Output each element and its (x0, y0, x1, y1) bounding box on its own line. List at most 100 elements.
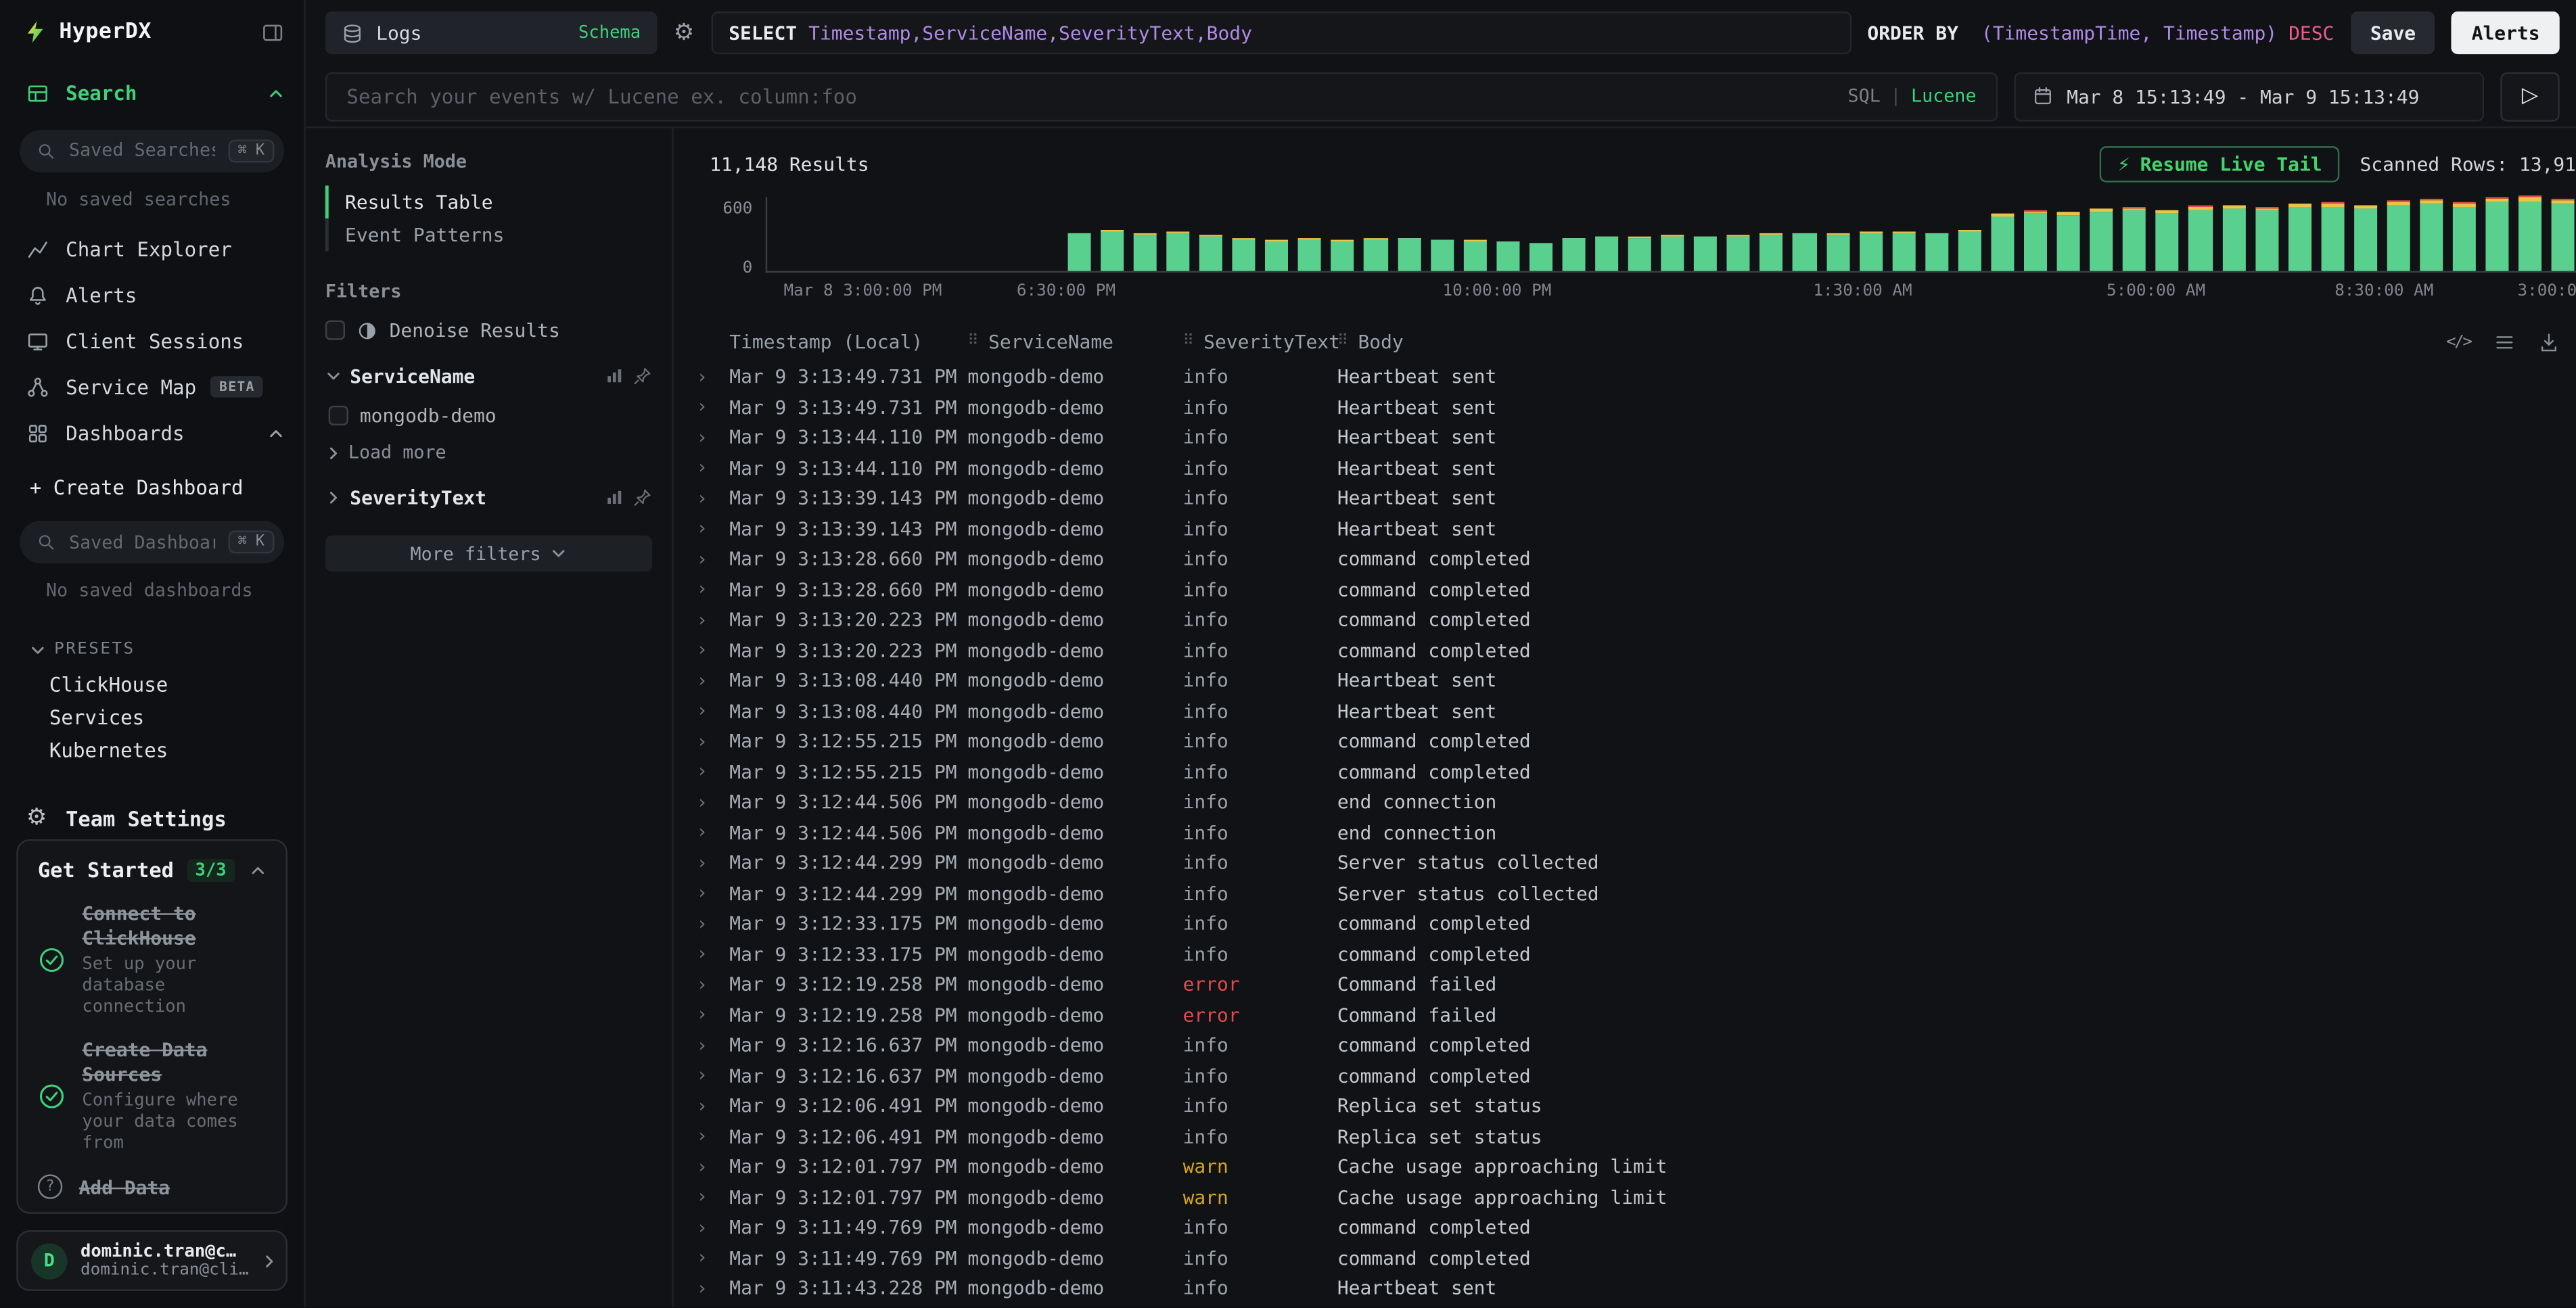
denoise-results-option[interactable]: Denoise Results (325, 319, 652, 342)
row-expand-chevron-icon[interactable] (693, 396, 729, 418)
table-row[interactable]: Mar 9 3:12:55.215 PMmongodb-demoinfocomm… (693, 726, 2576, 756)
sidebar-item-client-sessions[interactable]: Client Sessions (0, 318, 304, 364)
mode-event-patterns[interactable]: Event Patterns (325, 218, 652, 252)
sidebar-collapse-icon[interactable] (261, 20, 284, 43)
histogram-bar[interactable] (1199, 235, 1222, 271)
get-started-step[interactable]: Add Data (38, 1175, 267, 1199)
row-expand-chevron-icon[interactable] (693, 1065, 729, 1086)
facet-checkbox[interactable] (329, 406, 348, 425)
histogram-bar[interactable] (1530, 243, 1552, 271)
table-row[interactable]: Mar 9 3:11:49.769 PMmongodb-demoinfocomm… (693, 1212, 2576, 1242)
histogram-bar[interactable] (2453, 202, 2476, 271)
table-row[interactable]: Mar 9 3:12:06.491 PMmongodb-demoinfoRepl… (693, 1121, 2576, 1151)
table-row[interactable]: Mar 9 3:13:44.110 PMmongodb-demoinfoHear… (693, 422, 2576, 452)
row-expand-chevron-icon[interactable] (693, 791, 729, 813)
row-expand-chevron-icon[interactable] (693, 730, 729, 752)
histogram-bar[interactable] (2486, 197, 2509, 271)
sidebar-item-dashboards[interactable]: Dashboards (0, 410, 304, 456)
table-row[interactable]: Mar 9 3:12:33.175 PMmongodb-demoinfocomm… (693, 939, 2576, 969)
histogram-bar[interactable] (1463, 241, 1486, 271)
histogram-bar[interactable] (2057, 212, 2080, 271)
histogram-bar[interactable] (1166, 232, 1189, 271)
mode-lucene[interactable]: Lucene (1911, 85, 1977, 107)
histogram-bar[interactable] (1694, 236, 1717, 271)
sidebar-item-alerts[interactable]: Alerts (0, 273, 304, 319)
histogram-bar[interactable] (2420, 199, 2443, 271)
facet-option-mongodb-demo[interactable]: mongodb-demo (329, 404, 652, 427)
user-menu[interactable]: D dominic.tran@c… dominic.tran@cli… (16, 1231, 288, 1292)
drag-grip-icon[interactable]: ⠿ (967, 333, 978, 350)
row-expand-chevron-icon[interactable] (693, 852, 729, 874)
table-row[interactable]: Mar 9 3:13:28.660 PMmongodb-demoinfocomm… (693, 544, 2576, 574)
schema-link[interactable]: Schema (578, 23, 641, 43)
table-row[interactable]: Mar 9 3:13:20.223 PMmongodb-demoinfocomm… (693, 605, 2576, 635)
table-row[interactable]: Mar 9 3:13:39.143 PMmongodb-demoinfoHear… (693, 483, 2576, 513)
row-expand-chevron-icon[interactable] (693, 943, 729, 965)
row-expand-chevron-icon[interactable] (693, 639, 729, 661)
row-expand-chevron-icon[interactable] (693, 670, 729, 691)
format-code-icon[interactable] (2446, 333, 2471, 351)
search-input[interactable] (346, 85, 1847, 108)
save-button[interactable]: Save (2351, 11, 2436, 54)
resume-live-tail-button[interactable]: ⚡ Resume Live Tail (2100, 146, 2341, 182)
histogram-bar[interactable] (1958, 229, 1981, 271)
alerts-button[interactable]: Alerts (2452, 11, 2560, 54)
get-started-step[interactable]: Connect to ClickHouse Set up your databa… (38, 902, 267, 1019)
run-query-button[interactable]: ▷ (2500, 72, 2559, 121)
table-row[interactable]: Mar 9 3:12:19.258 PMmongodb-demoerrorCom… (693, 1000, 2576, 1030)
row-expand-chevron-icon[interactable] (693, 1156, 729, 1177)
histogram-bar[interactable] (1298, 238, 1321, 271)
row-expand-chevron-icon[interactable] (693, 1004, 729, 1025)
source-settings-gear-icon[interactable]: ⚙ (674, 20, 695, 46)
row-expand-chevron-icon[interactable] (693, 366, 729, 388)
histogram-bar[interactable] (2090, 208, 2113, 271)
table-row[interactable]: Mar 9 3:13:39.143 PMmongodb-demoinfoHear… (693, 513, 2576, 544)
table-row[interactable]: Mar 9 3:13:28.660 PMmongodb-demoinfocomm… (693, 574, 2576, 605)
histogram-bar[interactable] (1661, 235, 1684, 271)
date-range-picker[interactable]: Mar 8 15:13:49 - Mar 9 15:13:49 (2014, 72, 2484, 121)
table-row[interactable]: Mar 9 3:12:16.637 PMmongodb-demoinfocomm… (693, 1060, 2576, 1091)
row-expand-chevron-icon[interactable] (693, 913, 729, 935)
histogram-bar[interactable] (1398, 237, 1421, 271)
histogram-bar[interactable] (2387, 200, 2410, 271)
sidebar-item-team-settings[interactable]: ⚙ Team Settings (0, 797, 304, 839)
histogram-bar[interactable] (2518, 196, 2542, 271)
table-row[interactable]: Mar 9 3:12:01.797 PMmongodb-demowarnCach… (693, 1151, 2576, 1182)
histogram-bar[interactable] (1233, 238, 1256, 271)
row-expand-chevron-icon[interactable] (693, 457, 729, 479)
table-row[interactable]: Mar 9 3:11:49.769 PMmongodb-demoinfocomm… (693, 1242, 2576, 1273)
create-dashboard-button[interactable]: + Create Dashboard (0, 469, 304, 508)
table-row[interactable]: Mar 9 3:13:44.110 PMmongodb-demoinfoHear… (693, 452, 2576, 483)
row-expand-chevron-icon[interactable] (693, 578, 729, 600)
table-row[interactable]: Mar 9 3:12:44.299 PMmongodb-demoinfoServ… (693, 847, 2576, 878)
histogram-bar[interactable] (1134, 233, 1157, 271)
download-icon[interactable] (2538, 331, 2560, 352)
table-row[interactable]: Mar 9 3:12:55.215 PMmongodb-demoinfocomm… (693, 756, 2576, 787)
histogram-bar[interactable] (2123, 207, 2146, 271)
pin-icon[interactable] (632, 488, 652, 507)
row-expand-chevron-icon[interactable] (693, 427, 729, 448)
column-header-timestamp[interactable]: Timestamp (Local) (729, 330, 967, 353)
load-more-button[interactable]: Load more (325, 442, 652, 463)
histogram-bar[interactable] (1760, 233, 1783, 271)
histogram-bar[interactable] (2156, 210, 2179, 271)
histogram-bar[interactable] (1826, 233, 1849, 271)
histogram-bar[interactable] (1892, 231, 1915, 271)
facet-chart-icon[interactable] (605, 367, 624, 386)
mode-results-table[interactable]: Results Table (325, 185, 652, 218)
preset-item-kubernetes[interactable]: Kubernetes (0, 734, 304, 767)
histogram-bar[interactable] (1364, 239, 1387, 271)
drag-grip-icon[interactable]: ⠿ (1183, 333, 1194, 350)
presets-toggle[interactable]: PRESETS (30, 641, 278, 659)
preset-item-clickhouse[interactable]: ClickHouse (0, 669, 304, 701)
query-language-toggle[interactable]: SQL | Lucene (1848, 85, 1977, 107)
histogram-bar[interactable] (2255, 207, 2278, 271)
table-row[interactable]: Mar 9 3:12:44.299 PMmongodb-demoinfoServ… (693, 878, 2576, 908)
row-expand-chevron-icon[interactable] (693, 761, 729, 783)
sidebar-item-chart-explorer[interactable]: Chart Explorer (0, 227, 304, 273)
row-expand-chevron-icon[interactable] (693, 1278, 729, 1299)
histogram-bar[interactable] (1430, 239, 1453, 271)
row-expand-chevron-icon[interactable] (693, 1217, 729, 1238)
row-density-icon[interactable] (2494, 331, 2516, 352)
histogram-bar[interactable] (1101, 229, 1124, 271)
